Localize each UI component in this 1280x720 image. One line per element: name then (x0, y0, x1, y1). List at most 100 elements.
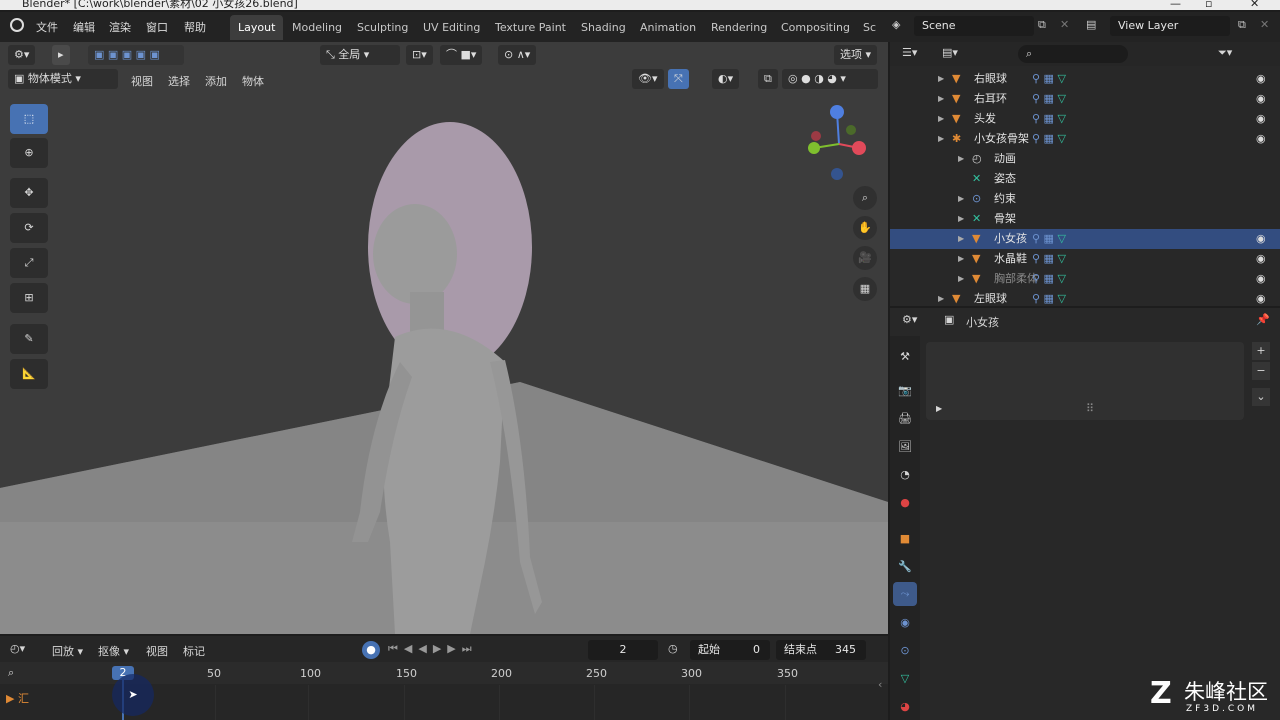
world-tab-icon[interactable]: ● (893, 490, 917, 514)
scale-tool[interactable]: ⤢ (10, 248, 48, 278)
display-mode-icon[interactable]: ▤▾ (942, 46, 958, 59)
start-frame-field[interactable]: 起始 0 (690, 640, 770, 660)
outliner-row[interactable]: ▶ ▼ 水晶鞋 ⚲ ▦ ▽ ◉ (890, 249, 1280, 269)
editor-type-selector[interactable]: ⚙▾ (8, 45, 36, 65)
modifier-icons[interactable]: ⚲ ▦ ▽ (1032, 269, 1066, 289)
expand-arrow-icon[interactable]: ▶ (936, 404, 942, 413)
outliner-row[interactable]: ▶ ✱ 小女孩骨架 ⚲ ▦ ▽ ◉ (890, 129, 1280, 149)
3d-viewport[interactable]: ⚙▾ ▸ ▣ ▣ ▣ ▣ ▣ ⤡ 全局 ▾ ⊡▾ ⌒ ■▾ ⊙ ∧▾ 选项 ▾ … (0, 42, 888, 634)
constraint-tab-icon[interactable]: ⤳ (893, 582, 917, 606)
xray-toggle-icon[interactable]: ⧉ (758, 69, 778, 89)
menu-file[interactable]: 文件 (36, 19, 58, 35)
outliner-row[interactable]: ✕ 姿态 (890, 169, 1280, 189)
modifier-icons[interactable]: ⚲ ▦ ▽ (1032, 69, 1066, 89)
outliner-row[interactable]: ▶ ▼ 右耳环 ⚲ ▦ ▽ ◉ (890, 89, 1280, 109)
tab-compositing[interactable]: Compositing (773, 15, 858, 40)
new-scene-icon[interactable]: ⧉ (1038, 18, 1046, 32)
remove-view-layer-icon[interactable]: ✕ (1260, 18, 1269, 31)
zoom-icon[interactable]: ⌕ (853, 186, 877, 210)
marker-menu[interactable]: 标记 (183, 643, 205, 659)
filter-icon[interactable]: ⏷▾ (1218, 46, 1232, 60)
mesh-data-icon[interactable]: ▽ (1057, 72, 1065, 85)
gizmo-toggle-icon[interactable]: ⤧ (668, 69, 689, 89)
visibility-eye-icon[interactable]: ◉ (1256, 289, 1266, 309)
modifier-stack-panel[interactable]: ▶ ⠿ (926, 342, 1244, 420)
outliner-type-icon[interactable]: ☰▾ (902, 46, 917, 59)
material-tab-icon[interactable]: ◕ (893, 694, 917, 718)
shading-mode-buttons[interactable]: ◎ ● ◑ ◕ ▾ (782, 69, 878, 89)
expand-arrow-icon[interactable]: ▶ (958, 209, 964, 229)
outliner-row[interactable]: ▶ ▼ 右眼球 ⚲ ▦ ▽ ◉ (890, 69, 1280, 89)
visibility-eye-icon[interactable]: ◉ (1256, 269, 1266, 289)
expand-arrow-icon[interactable]: ▶ (958, 229, 964, 249)
playback-controls[interactable]: ⏮◀◀▶▶⏭ (388, 642, 478, 656)
properties-editor[interactable]: ⚙▾ ▣ 小女孩 📌 ▶ ⠿ + − ⌄ (890, 308, 1280, 720)
perspective-grid-icon[interactable]: ▦ (853, 277, 877, 301)
specials-dropdown-icon[interactable]: ⌄ (1252, 388, 1270, 406)
expand-arrow-icon[interactable]: ▶ (958, 189, 964, 209)
menu-edit[interactable]: 编辑 (73, 19, 95, 35)
tab-uv-editing[interactable]: UV Editing (415, 15, 488, 40)
side-collapse-arrow[interactable]: ‹ (878, 678, 882, 691)
mesh-data-icon[interactable]: ▽ (1057, 112, 1065, 125)
navigation-gizmo[interactable] (804, 104, 874, 184)
remove-item-button[interactable]: − (1252, 362, 1270, 380)
expand-arrow-icon[interactable]: ▶ (958, 149, 964, 169)
modifier-icons[interactable]: ⚲ ▦ ▽ (1032, 89, 1066, 109)
close-icon[interactable]: ✕ (1250, 0, 1259, 9)
outliner-search-input[interactable]: ⌕ (1018, 45, 1128, 63)
select-box-tool[interactable]: ⬚ (10, 104, 48, 134)
menu-object[interactable]: 物体 (242, 73, 264, 89)
menu-render[interactable]: 渲染 (109, 19, 131, 35)
menu-add[interactable]: 添加 (205, 73, 227, 89)
modifier-icons[interactable]: ⚲ ▦ ▽ (1032, 109, 1066, 129)
outliner[interactable]: ☰▾ ▤▾ ⌕ ⏷▾ ▶ ▼ 右眼球 ⚲ ▦ ▽ ◉ ▶ ▼ 右耳环 ⚲ ▦ ▽ ◉ ▶ ▼ 头发 ⚲ ▦… (890, 42, 1280, 306)
overlay-toggle-icon[interactable]: ◐▾ (712, 69, 740, 89)
expand-arrow-icon[interactable]: ▶ (938, 109, 944, 129)
end-frame-field[interactable]: 结束点 345 (776, 640, 866, 660)
new-view-layer-icon[interactable]: ⧉ (1238, 18, 1246, 32)
mesh-data-icon[interactable]: ▽ (1057, 292, 1065, 305)
remove-scene-icon[interactable]: ✕ (1060, 18, 1069, 31)
mesh-data-tab-icon[interactable]: ▽ (893, 666, 917, 690)
visibility-eye-icon[interactable]: ◉ (1256, 229, 1266, 249)
add-item-button[interactable]: + (1252, 342, 1270, 360)
expand-arrow-icon[interactable]: ▶ (938, 289, 944, 309)
outliner-row[interactable]: ▶ ⊙ 约束 (890, 189, 1280, 209)
timeline-view-menu[interactable]: 视图 (146, 643, 168, 659)
expand-arrow-icon[interactable]: ▶ (958, 249, 964, 269)
selection-mode-buttons[interactable]: ▣ ▣ ▣ ▣ ▣ (88, 45, 184, 65)
tool-tab-icon[interactable]: ⚒ (893, 344, 917, 368)
options-dropdown[interactable]: 选项 ▾ (834, 45, 878, 65)
visibility-eye-icon[interactable]: ◉ (1256, 249, 1266, 269)
mesh-data-icon[interactable]: ▽ (1057, 252, 1065, 265)
expand-arrow-icon[interactable]: ▶ (938, 129, 944, 149)
tab-texture-paint[interactable]: Texture Paint (487, 15, 574, 40)
scene-tab-icon[interactable]: ◔ (893, 462, 917, 486)
rotate-tool[interactable]: ⟳ (10, 213, 48, 243)
outliner-row[interactable]: ▶ ▼ 小女孩 ⚲ ▦ ▽ ◉ (890, 229, 1280, 249)
expand-arrow-icon[interactable]: ▶ (958, 269, 964, 289)
render-tab-icon[interactable]: 📷 (893, 378, 917, 402)
properties-type-icon[interactable]: ⚙▾ (902, 313, 917, 326)
timeline-type-icon[interactable]: ◴▾ (10, 642, 25, 655)
visibility-eye-icon[interactable]: ◉ (1256, 89, 1266, 109)
timeline-search-icon[interactable]: ⌕ (8, 666, 14, 680)
minimize-icon[interactable]: — (1170, 0, 1181, 9)
move-tool[interactable]: ✥ (10, 178, 48, 208)
modifier-icons[interactable]: ⚲ ▦ ▽ (1032, 249, 1066, 269)
tab-animation[interactable]: Animation (632, 15, 704, 40)
menu-window[interactable]: 窗口 (146, 19, 168, 35)
menu-view[interactable]: 视图 (131, 73, 153, 89)
view-layer-tab-icon[interactable]: 🖼 (893, 434, 917, 458)
visibility-eye-icon[interactable]: ◉ (1256, 109, 1266, 129)
tab-sculpting[interactable]: Sculpting (349, 15, 416, 40)
blender-logo-icon[interactable] (10, 18, 24, 32)
maximize-icon[interactable]: ▫ (1205, 0, 1212, 9)
transform-tool[interactable]: ⊞ (10, 283, 48, 313)
tab-rendering[interactable]: Rendering (703, 15, 775, 40)
pan-hand-icon[interactable]: ✋ (853, 216, 877, 240)
transform-orientation-dropdown[interactable]: ⤡ 全局 ▾ (320, 45, 400, 65)
modifier-icons[interactable]: ⚲ ▦ ▽ (1032, 129, 1066, 149)
object-constraint-tab-icon[interactable]: ⊙ (893, 638, 917, 662)
